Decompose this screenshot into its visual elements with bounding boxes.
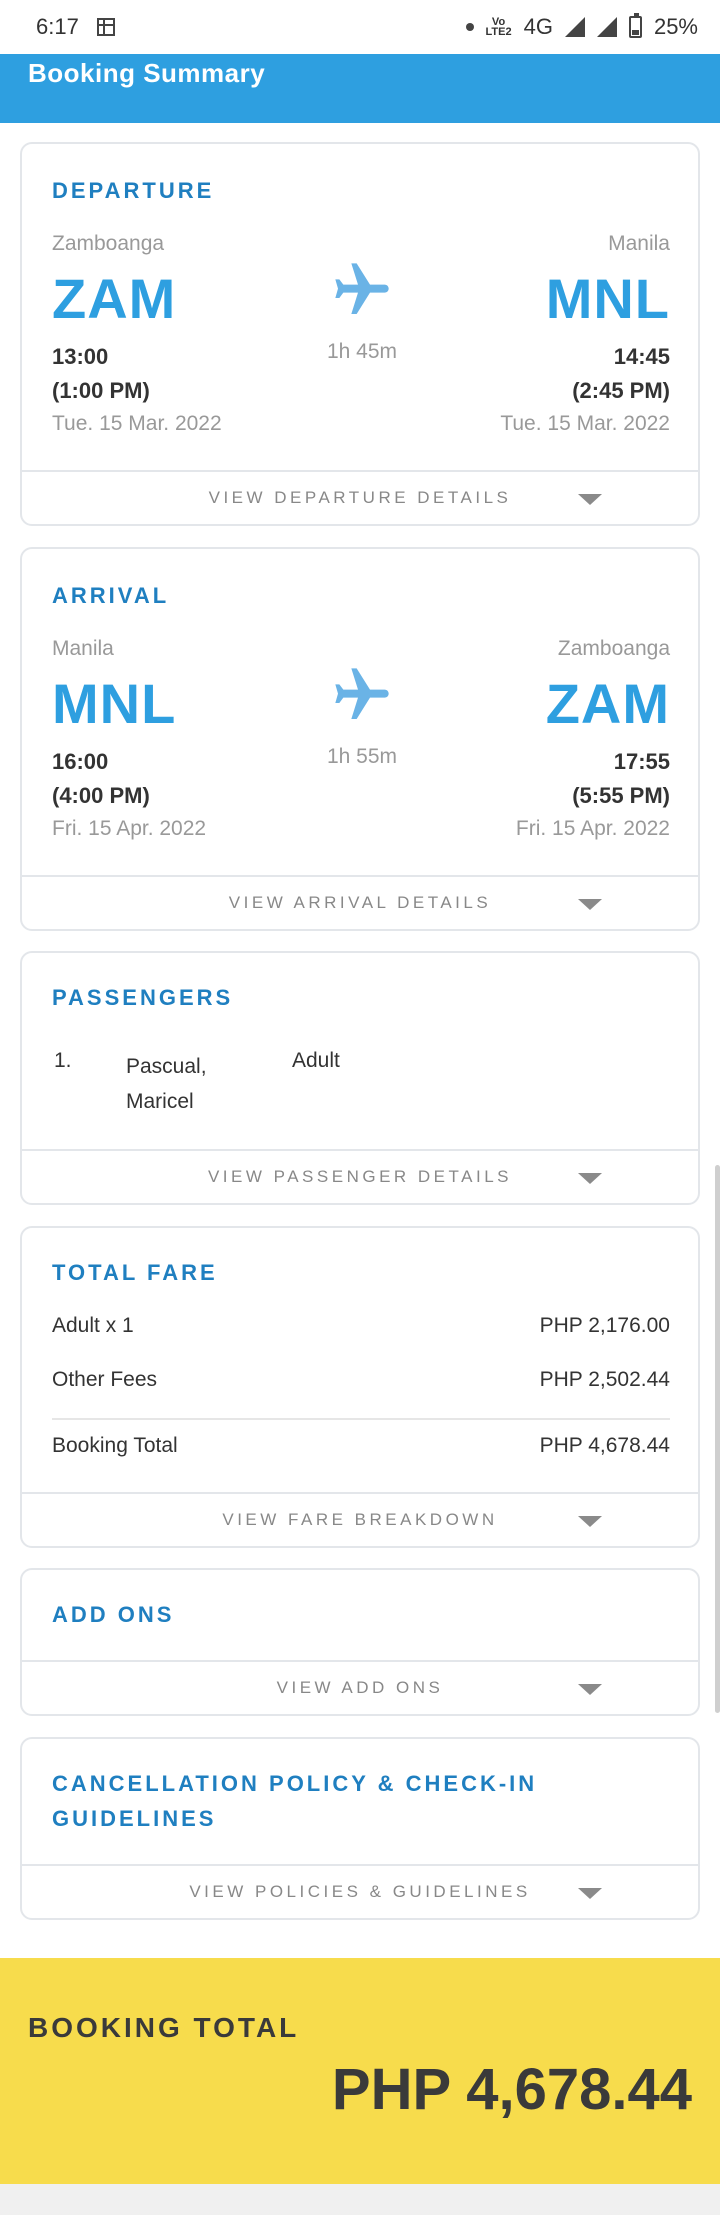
battery-percent: 25% [653,14,698,39]
fare-row: Adult x 1 PHP 2,176.00 [52,1314,670,1338]
view-departure-details-button[interactable]: VIEW DEPARTURE DETAILS [22,470,698,524]
battery-icon [628,13,642,38]
network-type: 4G [523,14,553,39]
destination-code: ZAM [545,672,670,735]
fare-amount: PHP 2,176.00 [539,1314,670,1337]
view-fare-breakdown-button[interactable]: VIEW FARE BREAKDOWN [22,1492,698,1546]
bottom-bar [0,2184,720,2215]
origin-code: MNL [52,672,177,735]
notification-dot-icon [465,23,474,31]
page-title: Booking Summary [28,58,266,88]
fare-label: Adult x 1 [52,1314,134,1337]
origin-time-12: (4:00 PM) [52,783,150,808]
view-passenger-details-button[interactable]: VIEW PASSENGER DETAILS [22,1149,698,1203]
view-departure-label: VIEW DEPARTURE DETAILS [208,488,512,507]
booking-total-label: BOOKING TOTAL [28,2012,300,2043]
fare-amount: PHP 2,502.44 [539,1368,670,1391]
status-time: 6:17 [36,14,79,39]
arrival-title: ARRIVAL [52,583,170,608]
destination-city: Manila [608,232,670,255]
passengers-card: PASSENGERS 1. Pascual, Maricel Adult VIE… [20,951,700,1205]
booking-total-amount: PHP 4,678.44 [331,2057,692,2122]
fare-total-amount: PHP 4,678.44 [539,1434,670,1457]
policies-title-line1: CANCELLATION POLICY & CHECK-IN [52,1771,538,1796]
status-bar: 6:17 Vo LTE2 4G 25% [0,0,720,54]
chevron-down-icon [578,899,602,910]
origin-code: ZAM [52,267,177,330]
origin-date: Fri. 15 Apr. 2022 [52,817,207,840]
view-passenger-label: VIEW PASSENGER DETAILS [207,1167,513,1186]
screenshot-icon [96,18,115,36]
origin-time-12: (1:00 PM) [52,378,150,403]
origin-city: Zamboanga [52,232,165,255]
origin-city: Manila [52,637,114,660]
passenger-number: 1. [54,1049,72,1072]
airplane-icon [335,263,389,314]
policies-card: CANCELLATION POLICY & CHECK-IN GUIDELINE… [20,1737,700,1920]
view-policies-button[interactable]: VIEW POLICIES & GUIDELINES [22,1864,698,1918]
destination-date: Tue. 15 Mar. 2022 [500,412,670,435]
destination-code: MNL [545,267,670,330]
departure-title: DEPARTURE [52,178,215,203]
total-fare-card: TOTAL FARE Adult x 1 PHP 2,176.00 Other … [20,1226,700,1548]
view-arrival-label: VIEW ARRIVAL DETAILS [228,893,492,912]
chevron-down-icon [578,1684,602,1695]
chevron-down-icon [578,1888,602,1899]
origin-date: Tue. 15 Mar. 2022 [52,412,222,435]
total-fare-title: TOTAL FARE [52,1260,218,1285]
destination-city: Zamboanga [557,637,670,660]
destination-time-24: 14:45 [613,344,670,369]
signal-icon [564,17,585,37]
volte-icon: Vo LTE2 [485,16,512,38]
flight-duration: 1h 55m [326,745,398,768]
destination-date: Fri. 15 Apr. 2022 [515,817,670,840]
flight-duration: 1h 45m [326,340,398,363]
policies-title-line2: GUIDELINES [52,1806,217,1831]
arrival-card: ARRIVAL Manila Zamboanga MNL ZAM 1h 55m … [20,547,700,931]
passenger-name: Pascual, Maricel [126,1049,236,1119]
scrollbar[interactable] [715,1165,720,1713]
departure-card: DEPARTURE Zamboanga Manila ZAM MNL 1h 45… [20,142,700,526]
fare-total-label: Booking Total [52,1434,178,1457]
view-policies-label: VIEW POLICIES & GUIDELINES [189,1882,531,1901]
fare-row: Other Fees PHP 2,502.44 [52,1368,670,1392]
view-add-ons-button[interactable]: VIEW ADD ONS [22,1660,698,1714]
destination-time-12: (5:55 PM) [572,783,670,808]
page-header: Booking Summary [0,54,720,123]
passenger-type: Adult [292,1049,340,1072]
signal-icon-2 [596,17,617,37]
add-ons-card: ADD ONS VIEW ADD ONS [20,1568,700,1716]
view-fare-label: VIEW FARE BREAKDOWN [222,1510,498,1529]
add-ons-title: ADD ONS [52,1602,175,1627]
fare-total-row: Booking Total PHP 4,678.44 [52,1434,670,1458]
view-arrival-details-button[interactable]: VIEW ARRIVAL DETAILS [22,875,698,929]
chevron-down-icon [578,1173,602,1184]
chevron-down-icon [578,1516,602,1527]
booking-total-bar: BOOKING TOTAL PHP 4,678.44 [0,1958,720,2184]
fare-label: Other Fees [52,1368,158,1391]
passenger-last-name: Pascual, [126,1055,207,1078]
passengers-title: PASSENGERS [52,985,234,1010]
destination-time-24: 17:55 [613,749,670,774]
view-add-ons-label: VIEW ADD ONS [276,1678,444,1697]
chevron-down-icon [578,494,602,505]
fare-divider [52,1418,670,1420]
destination-time-12: (2:45 PM) [572,378,670,403]
airplane-icon [335,668,389,719]
origin-time-24: 13:00 [52,344,109,369]
origin-time-24: 16:00 [52,749,109,774]
passenger-first-name: Maricel [126,1090,194,1113]
